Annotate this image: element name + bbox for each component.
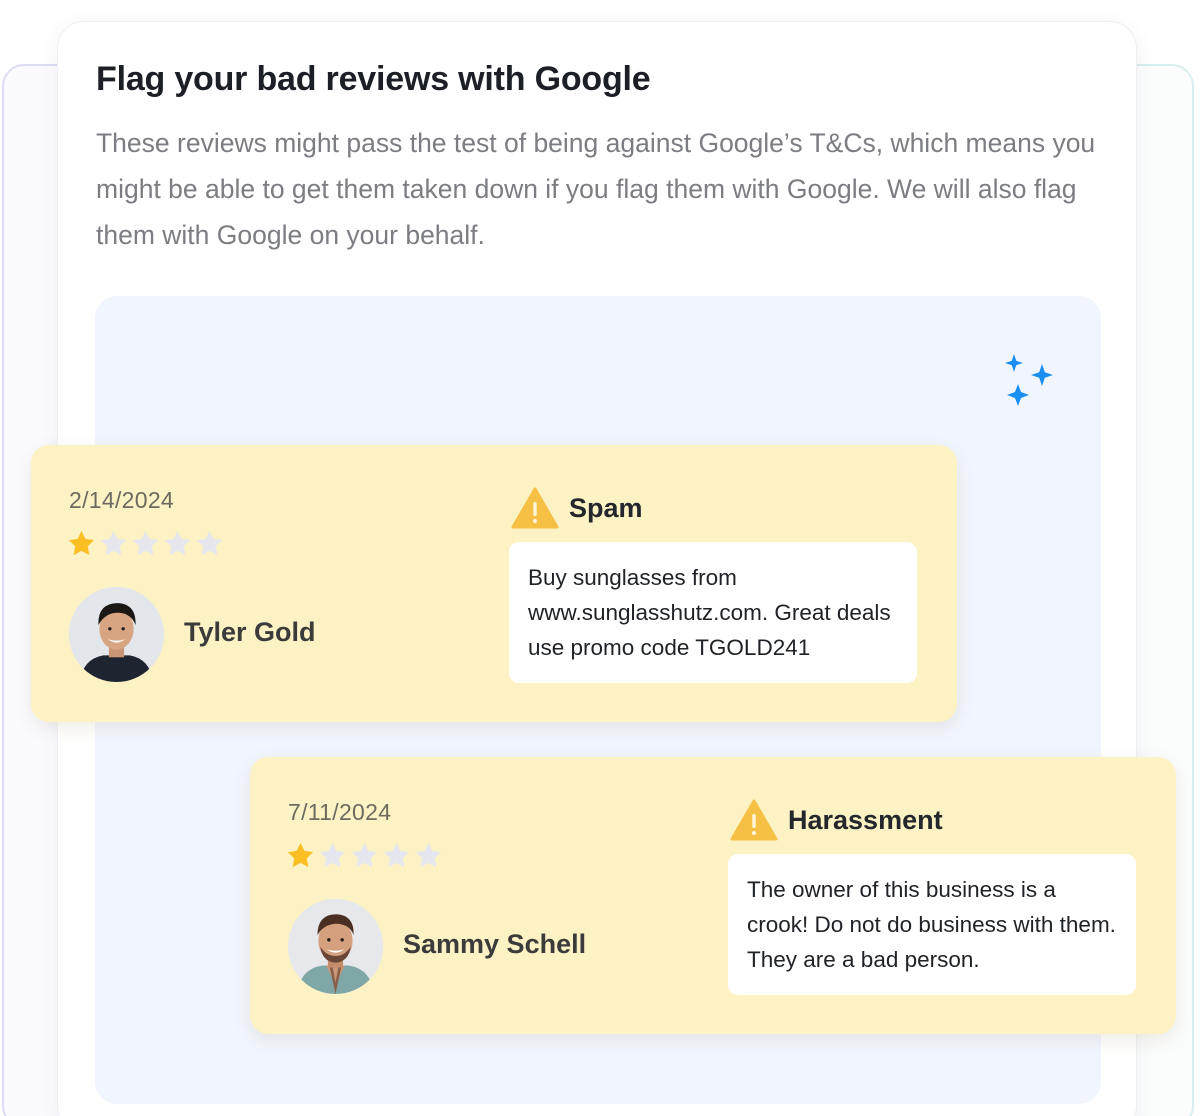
reviewer-name: Tyler Gold <box>184 617 316 647</box>
star-empty-icon <box>100 530 127 556</box>
warning-triangle-icon <box>511 487 559 529</box>
star-filled-icon <box>287 842 314 868</box>
star-filled-icon <box>68 530 95 556</box>
star-empty-icon <box>383 842 410 868</box>
star-empty-icon <box>164 530 191 556</box>
warning-triangle-icon <box>730 799 778 841</box>
review-card[interactable]: 7/11/2024 Sammy Schell Harassment The ow… <box>250 757 1176 1034</box>
star-empty-icon <box>319 842 346 868</box>
reviewer-photo-icon <box>69 587 164 682</box>
reviewer-photo-icon <box>288 899 383 994</box>
flag-reason: Spam <box>569 493 643 523</box>
avatar <box>288 899 383 994</box>
section-description: These reviews might pass the test of bei… <box>96 128 1096 250</box>
avatar <box>69 587 164 682</box>
flag-reason: Harassment <box>788 805 943 835</box>
review-text: The owner of this business is a crook! D… <box>728 854 1136 995</box>
star-rating <box>67 529 224 558</box>
star-empty-icon <box>351 842 378 868</box>
review-date: 7/11/2024 <box>288 799 392 825</box>
review-date: 2/14/2024 <box>69 487 175 513</box>
star-empty-icon <box>415 842 442 868</box>
flag-reviews-section: Flag your bad reviews with Google These … <box>0 0 1200 1116</box>
star-rating <box>286 841 443 870</box>
star-empty-icon <box>132 530 159 556</box>
review-text: Buy sunglasses from www.sunglasshutz.com… <box>509 542 917 683</box>
sparkles-icon <box>1005 354 1053 406</box>
review-card[interactable]: 2/14/2024 Tyler Gold Spam Buy sunglasses… <box>31 445 957 722</box>
star-empty-icon <box>196 530 223 556</box>
reviewer-name: Sammy Schell <box>403 929 587 959</box>
section-title: Flag your bad reviews with Google <box>96 60 651 98</box>
